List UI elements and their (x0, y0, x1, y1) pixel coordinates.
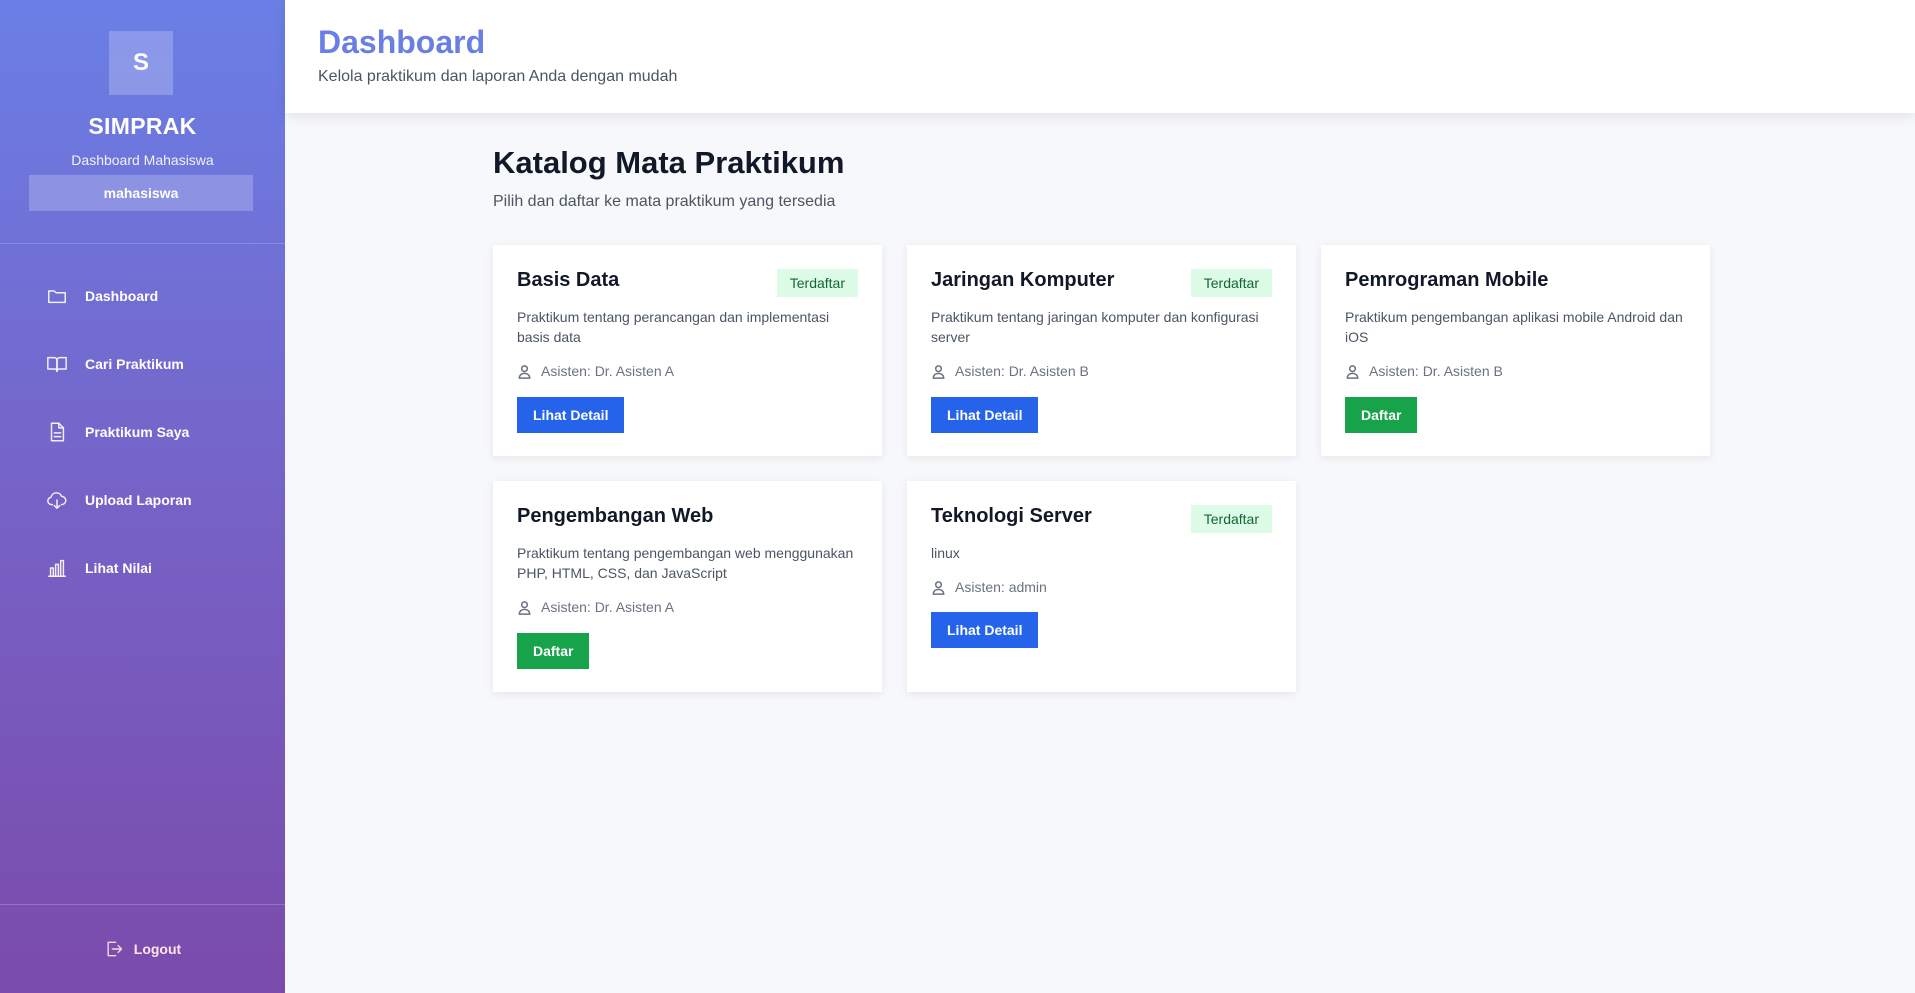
course-assistant: Asisten: Dr. Asisten B (1345, 363, 1503, 379)
sidebar-item-lihat-nilai[interactable]: Lihat Nilai (0, 534, 285, 602)
user-role-badge: mahasiswa (29, 175, 253, 211)
sidebar-item-dashboard[interactable]: Dashboard (0, 262, 285, 330)
register-button[interactable]: Daftar (1345, 397, 1418, 433)
assistant-name: Asisten: admin (955, 579, 1047, 595)
course-description: linux (931, 545, 960, 561)
user-icon (932, 364, 945, 379)
assistant-name: Asisten: Dr. Asisten B (1369, 363, 1503, 379)
sidebar-nav: Dashboard Cari Praktikum Praktikum Saya … (0, 262, 285, 602)
user-icon (518, 364, 531, 379)
course-card: Pengembangan Web Praktikum tentang penge… (493, 481, 882, 692)
user-icon (1346, 364, 1359, 379)
cloud-upload-icon (45, 488, 69, 512)
course-title: Pemrograman Mobile (1345, 269, 1549, 291)
course-assistant: Asisten: Dr. Asisten A (517, 363, 674, 379)
course-assistant: Asisten: Dr. Asisten A (517, 599, 674, 615)
catalog-lead: Pilih dan daftar ke mata praktikum yang … (493, 193, 836, 210)
view-detail-button[interactable]: Lihat Detail (931, 612, 1039, 648)
catalog-title: Katalog Mata Praktikum (493, 145, 845, 180)
sidebar: S SIMPRAK Dashboard Mahasiswa mahasiswa … (0, 0, 285, 993)
register-button[interactable]: Daftar (517, 633, 590, 669)
assistant-name: Asisten: Dr. Asisten B (955, 363, 1089, 379)
assistant-name: Asisten: Dr. Asisten A (541, 363, 675, 379)
folder-icon (45, 284, 69, 308)
course-assistant: Asisten: Dr. Asisten B (931, 363, 1089, 379)
main-content: Katalog Mata Praktikum Pilih dan daftar … (493, 145, 1713, 692)
page-subtitle: Kelola praktikum dan laporan Anda dengan… (318, 68, 678, 85)
app-name: SIMPRAK (88, 113, 197, 139)
sidebar-item-cari-praktikum[interactable]: Cari Praktikum (0, 330, 285, 398)
course-card: Teknologi Server Terdaftar linux Asisten… (907, 481, 1296, 692)
view-detail-button[interactable]: Lihat Detail (517, 397, 625, 433)
view-detail-button[interactable]: Lihat Detail (931, 397, 1039, 433)
course-description: Praktikum tentang perancangan dan implem… (517, 309, 830, 345)
course-title: Jaringan Komputer (931, 269, 1115, 291)
page-title: Dashboard (318, 24, 486, 60)
bar-chart-icon (45, 556, 69, 580)
course-assistant: Asisten: admin (931, 579, 1047, 595)
course-title: Pengembangan Web (517, 505, 714, 527)
sidebar-item-upload-laporan[interactable]: Upload Laporan (0, 466, 285, 534)
sidebar-item-label: Cari Praktikum (85, 356, 184, 372)
sidebar-item-label: Dashboard (85, 288, 159, 304)
logout-icon (107, 941, 122, 957)
course-card: Pemrograman Mobile Praktikum pengembanga… (1321, 245, 1710, 456)
page-header: Dashboard Kelola praktikum dan laporan A… (285, 0, 1915, 113)
user-icon (932, 580, 945, 595)
logout-label: Logout (133, 941, 182, 957)
book-open-icon (45, 352, 69, 376)
sidebar-subtitle: Dashboard Mahasiswa (71, 152, 214, 168)
course-card: Jaringan Komputer Terdaftar Praktikum te… (907, 245, 1296, 456)
sidebar-item-label: Praktikum Saya (85, 424, 190, 440)
course-description: Praktikum tentang jaringan komputer dan … (931, 309, 1259, 345)
course-description: Praktikum pengembangan aplikasi mobile A… (1345, 309, 1683, 345)
assistant-name: Asisten: Dr. Asisten A (541, 599, 675, 615)
course-description: Praktikum tentang pengembangan web mengg… (517, 545, 854, 581)
sidebar-item-label: Upload Laporan (85, 492, 192, 508)
course-title: Basis Data (517, 269, 620, 291)
course-title: Teknologi Server (931, 505, 1092, 527)
logout-button[interactable]: Logout (104, 939, 181, 959)
course-card: Basis Data Terdaftar Praktikum tentang p… (493, 245, 882, 456)
document-icon (45, 420, 69, 444)
user-icon (518, 600, 531, 615)
registered-badge: Terdaftar (1190, 269, 1272, 297)
registered-badge: Terdaftar (1190, 505, 1272, 533)
sidebar-item-praktikum-saya[interactable]: Praktikum Saya (0, 398, 285, 466)
registered-badge: Terdaftar (776, 269, 858, 297)
app-logo: S (109, 31, 173, 95)
sidebar-divider (0, 243, 285, 244)
sidebar-item-label: Lihat Nilai (85, 560, 152, 576)
logo-letter: S (132, 49, 149, 76)
logout-area: Logout (0, 904, 285, 993)
